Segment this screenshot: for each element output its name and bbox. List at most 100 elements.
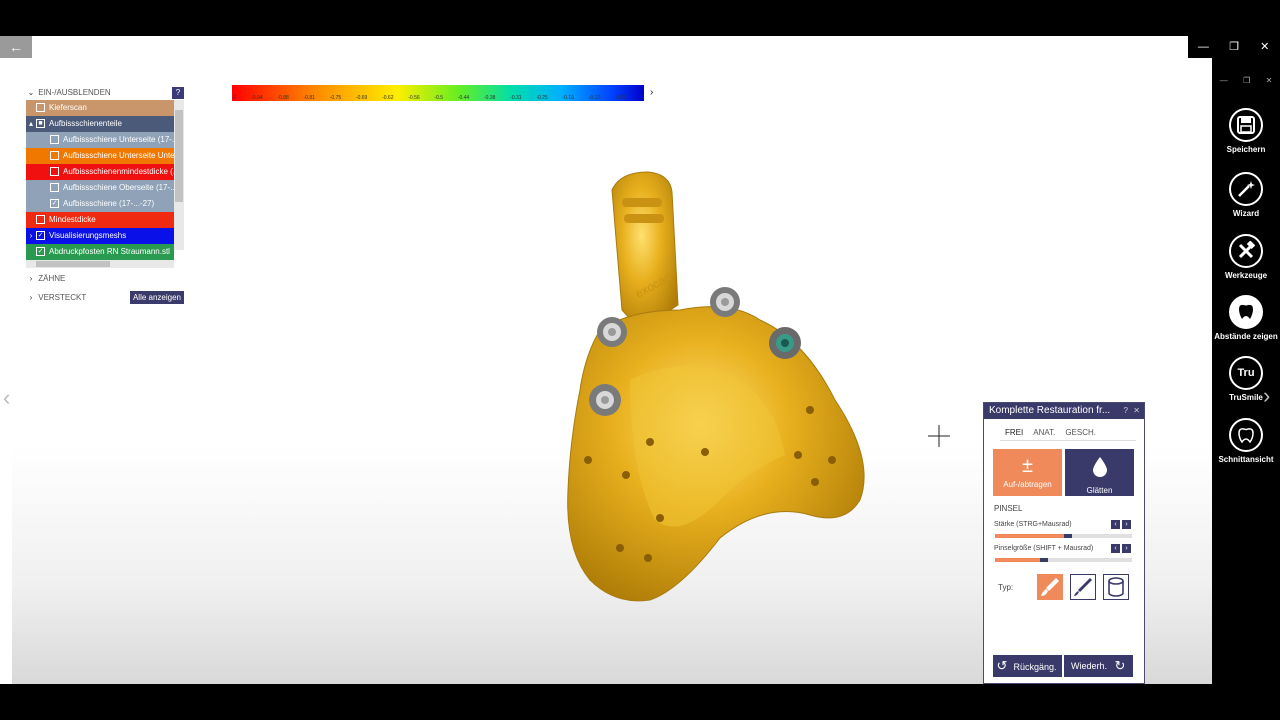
tree-row-label: Aufbissschiene (17-...-27) [63,199,155,208]
visibility-checkbox[interactable] [50,183,59,193]
minimize-button[interactable]: — [1188,36,1219,58]
visibility-checkbox[interactable]: ✓ [36,231,45,241]
show-all-button[interactable]: Alle anzeigen [129,291,184,304]
deviation-color-scale: -1 -0.94 -0.88 -0.81 -0.75 -0.69 -0.62 -0.56 -0.… [232,85,644,101]
toolbar-close-icon[interactable]: ✕ [1266,76,1273,90]
panel-close-button[interactable]: ✕ [1133,403,1140,419]
brush-type-fine-button[interactable] [1070,574,1096,600]
tab-frei[interactable]: FREI [1000,425,1029,441]
slider-knob[interactable] [1063,534,1072,538]
brush-type-cylinder-button[interactable] [1103,574,1129,600]
brush-size-label: Pinselgröße (SHIFT + Mausrad) [994,545,1094,552]
tree-row-label: Aufbissschiene Oberseite (17-... [63,183,174,192]
slider-fill [995,534,1064,538]
add-remove-button[interactable]: ± Auf-/abtragen [993,449,1062,496]
splint-model[interactable]: exocad [560,170,880,610]
drop-icon [1065,452,1134,486]
restore-button[interactable]: ❐ [1219,36,1250,58]
section-teeth[interactable]: › ZÄHNE [26,271,184,287]
section-view-tool[interactable]: Schnittansicht [1212,418,1280,464]
undo-button[interactable]: ↺ Rückgäng. [993,655,1062,677]
section-view-label: Schnittansicht [1218,455,1274,464]
visibility-checkbox[interactable]: ✓ [36,247,45,257]
strength-slider[interactable] [995,534,1132,538]
strength-decrease-button[interactable]: ‹ [1111,520,1120,529]
implant-post [769,327,801,359]
add-remove-label: Auf-/abtragen [1003,480,1052,489]
implant-post [589,384,621,416]
cylinder-icon [1108,577,1124,597]
redo-button[interactable]: Wiederh. ↻ [1064,655,1133,677]
scrollbar-thumb[interactable] [175,110,183,202]
visibility-checkbox[interactable] [50,135,59,145]
chevron-right-icon[interactable]: › [1263,383,1270,409]
undo-icon: ↺ [996,658,1008,673]
implant-post [597,317,627,347]
visibility-checkbox[interactable]: ■ [36,119,45,129]
title-bar [0,36,1280,58]
visibility-checkbox[interactable] [50,151,59,161]
brush-type-soft-button[interactable] [1037,574,1063,600]
section-teeth-label: ZÄHNE [38,274,66,283]
panel-help-button[interactable]: ? [1124,403,1128,419]
strength-increase-button[interactable]: › [1122,520,1131,529]
tree-row[interactable]: ✓ Abdruckpfosten RN Straumann.stl [26,244,174,260]
tree-header-label: EIN-/AUSBLENDEN [38,88,111,97]
tree-row[interactable]: Aufbissschiene Oberseite (17-... [26,180,174,196]
tools-icon [1229,234,1263,268]
tree-row[interactable]: ▴ ■ Aufbissschienenteile [26,116,174,132]
strength-label: Stärke (STRG+Mausrad) [994,521,1072,528]
toolbar-minimize-icon[interactable]: — [1220,76,1228,90]
slider-knob[interactable] [1040,558,1049,562]
tree-row[interactable]: Kieferscan [26,100,174,116]
back-button[interactable]: ← [0,36,32,58]
tree-row-label: Aufbissschiene Unterseite (17-... [63,135,174,144]
tree-row-label: Visualisierungsmeshs [49,231,127,240]
toolbar-restore-icon[interactable]: ❐ [1243,76,1250,90]
visibility-checkbox[interactable] [36,103,45,113]
back-arrow-icon: ← [9,39,23,55]
trusmile-icon: Tru [1229,356,1263,390]
chevron-right-icon: › [29,293,33,302]
distances-tool[interactable]: Abstände zeigen [1212,295,1280,341]
tree-row[interactable]: Aufbissschiene Unterseite Unte... [26,148,174,164]
tree-row[interactable]: ✓ Aufbissschiene (17-...-27) [26,196,174,212]
tree-header[interactable]: ⌄ EIN-/AUSBLENDEN ? [26,86,184,100]
panel-title-bar[interactable]: Komplette Restauration fr... ? ✕ [984,403,1144,419]
restoration-panel: Komplette Restauration fr... ? ✕ FREI ANA… [983,402,1145,684]
redo-label: Wiederh. [1071,661,1108,671]
color-scale-expand-icon[interactable]: › [650,87,653,98]
tree-row[interactable]: Aufbissschiene Unterseite (17-... [26,132,174,148]
size-decrease-button[interactable]: ‹ [1111,544,1120,553]
help-button[interactable]: ? [172,87,184,99]
wizard-label: Wizard [1232,209,1260,218]
distances-label: Abstände zeigen [1214,332,1278,341]
close-button[interactable]: ✕ [1249,36,1280,58]
size-increase-button[interactable]: › [1122,544,1131,553]
scrollbar-thumb[interactable] [36,261,110,267]
tree-list: Kieferscan ▴ ■ Aufbissschienenteile Aufbisss… [26,100,174,260]
tools-tool[interactable]: Werkzeuge [1212,234,1280,280]
tree-row[interactable]: Mindestdicke [26,212,174,228]
tree-horizontal-scrollbar[interactable] [26,260,174,268]
visibility-checkbox[interactable] [36,215,45,225]
tree-row[interactable]: › ✓ Visualisierungsmeshs [26,228,174,244]
wizard-tool[interactable]: Wizard [1212,172,1280,218]
expand-icon[interactable]: › [26,228,36,244]
splint-handle [611,171,679,331]
save-tool[interactable]: Speichern [1212,108,1280,154]
save-icon [1229,108,1263,142]
visibility-checkbox[interactable] [50,167,59,177]
tree-vertical-scrollbar[interactable] [174,100,184,250]
tab-anat[interactable]: ANAT. [1028,425,1060,441]
tree-row[interactable]: Aufbissschienenmindestdicke (... [26,164,174,180]
chevron-left-icon[interactable]: ‹ [3,385,10,411]
tab-gesch[interactable]: GESCH. [1060,425,1101,441]
brush-size-slider[interactable] [995,558,1132,562]
color-scale-tick: -0.31 [510,95,522,101]
section-hidden[interactable]: › VERSTECKT Alle anzeigen [26,290,184,306]
visibility-checkbox[interactable]: ✓ [50,199,59,209]
smooth-button[interactable]: Glätten [1065,449,1134,496]
expand-icon[interactable]: ▴ [26,116,36,132]
plus-minus-icon: ± [1022,455,1033,477]
